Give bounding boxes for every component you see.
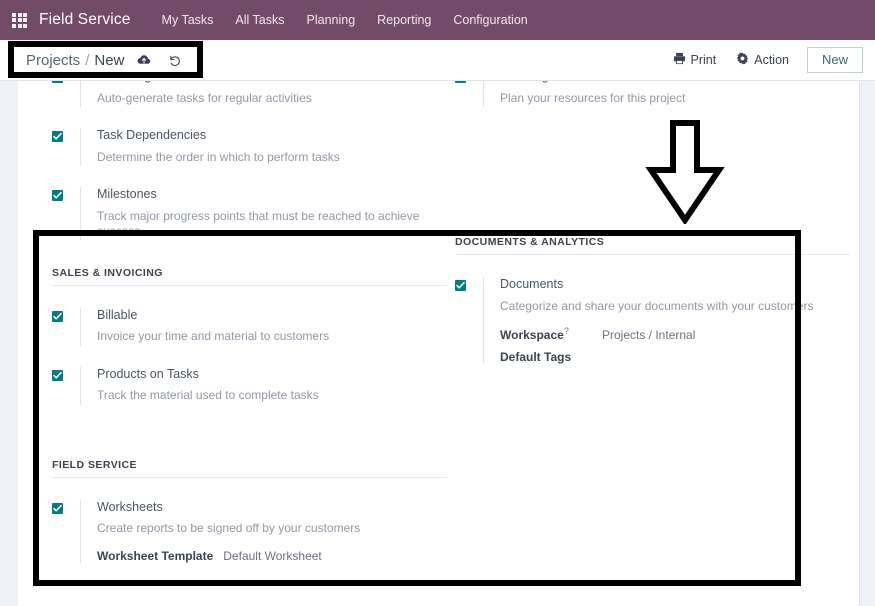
nav-item-reporting[interactable]: Reporting <box>366 13 442 27</box>
checkbox-planning[interactable] <box>455 81 466 83</box>
setting-description: Determine the order in which to perform … <box>97 149 340 164</box>
settings-column-left: Recurring Tasks Auto-generate tasks for … <box>52 81 447 584</box>
setting-body: Task Dependencies Determine the order in… <box>80 128 447 166</box>
setting-label: Planning <box>500 81 850 85</box>
setting-label: Products on Tasks <box>97 366 199 381</box>
action-button[interactable]: Action <box>726 48 799 72</box>
setting-recurring-tasks: Recurring Tasks Auto-generate tasks for … <box>52 81 447 107</box>
action-label: Action <box>754 52 789 67</box>
setting-description: Track the material used to complete task… <box>97 388 319 403</box>
app-root: Field Service My Tasks All Tasks Plannin… <box>0 0 875 606</box>
checkbox-documents[interactable] <box>455 280 466 291</box>
app-brand-title[interactable]: Field Service <box>39 11 131 29</box>
setting-label: Documents <box>500 277 564 291</box>
settings-column-right: Planning Plan your resources for this pr… <box>455 81 850 385</box>
checkbox-recurring-tasks[interactable] <box>52 81 63 83</box>
gear-icon <box>736 52 749 68</box>
setting-documents: Documents Categorize and share your docu… <box>455 277 850 365</box>
setting-label: Recurring Tasks <box>97 81 447 85</box>
field-label: Default Tags <box>500 350 572 365</box>
checkbox-products-on-tasks[interactable] <box>52 369 63 381</box>
field-default-tags: Default Tags <box>500 350 850 364</box>
setting-body: Milestones Track major progress points t… <box>80 187 447 240</box>
print-button[interactable]: Print <box>663 48 727 72</box>
setting-worksheets: Worksheets Create reports to be signed o… <box>52 499 447 564</box>
setting-body: Products on Tasks Track the material use… <box>80 366 447 405</box>
top-navbar: Field Service My Tasks All Tasks Plannin… <box>0 0 875 40</box>
setting-label: Task Dependencies <box>97 128 207 142</box>
setting-label: Billable <box>97 307 138 322</box>
printer-icon <box>673 52 686 68</box>
section-title-field-service: Field Service <box>52 459 447 478</box>
field-value[interactable]: Default Worksheet <box>223 549 322 563</box>
setting-planning: Planning Plan your resources for this pr… <box>455 81 850 107</box>
section-title-documents-analytics: Documents & Analytics <box>455 236 850 255</box>
setting-description: Plan your resources for this project <box>500 90 686 105</box>
breadcrumb-separator: / <box>85 51 90 69</box>
new-button[interactable]: New <box>806 46 863 74</box>
setting-description: Auto-generate tasks for regular activiti… <box>97 90 312 105</box>
field-workspace: Workspace? Projects / Internal <box>500 326 850 342</box>
field-label: Worksheet Template <box>97 549 214 564</box>
setting-body: Recurring Tasks Auto-generate tasks for … <box>80 81 447 107</box>
setting-products-on-tasks: Products on Tasks Track the material use… <box>52 366 447 405</box>
apps-grid-icon[interactable] <box>12 12 27 28</box>
rotate-left-discard-icon[interactable] <box>168 54 182 67</box>
page-body: Recurring Tasks Auto-generate tasks for … <box>0 81 875 606</box>
setting-body: Billable Invoice your time and material … <box>80 307 447 346</box>
cloud-upload-icon[interactable] <box>137 54 151 66</box>
nav-item-configuration[interactable]: Configuration <box>442 13 538 27</box>
setting-milestones: Milestones Track major progress points t… <box>52 187 447 240</box>
nav-item-all-tasks[interactable]: All Tasks <box>224 13 295 27</box>
checkbox-milestones[interactable] <box>52 190 63 201</box>
setting-description: Track major progress points that must be… <box>97 208 420 239</box>
setting-task-dependencies: Task Dependencies Determine the order in… <box>52 128 447 166</box>
setting-body: Documents Categorize and share your docu… <box>483 277 850 365</box>
checkbox-billable[interactable] <box>52 310 63 322</box>
setting-description: Categorize and share your documents with… <box>500 298 814 313</box>
breadcrumb: Projects / New <box>0 52 182 69</box>
field-value[interactable]: Projects / Internal <box>602 328 695 342</box>
setting-billable: Billable Invoice your time and material … <box>52 307 447 346</box>
field-worksheet-template: Worksheet Template Default Worksheet <box>97 549 447 563</box>
help-icon[interactable]: ? <box>564 326 569 336</box>
setting-label: Worksheets <box>97 499 163 514</box>
setting-body: Planning Plan your resources for this pr… <box>483 81 850 107</box>
setting-description: Invoice your time and material to custom… <box>97 329 330 344</box>
print-label: Print <box>690 52 717 67</box>
control-panel: Projects / New Print Action New <box>0 40 875 81</box>
setting-label: Milestones <box>97 187 157 201</box>
nav-item-my-tasks[interactable]: My Tasks <box>151 13 225 27</box>
control-panel-actions: Print Action New <box>663 46 875 74</box>
section-title-sales-invoicing: Sales & Invoicing <box>52 267 447 286</box>
nav-item-planning[interactable]: Planning <box>296 13 367 27</box>
setting-body: Worksheets Create reports to be signed o… <box>80 499 447 564</box>
breadcrumb-current: New <box>94 51 125 69</box>
settings-sheet: Recurring Tasks Auto-generate tasks for … <box>18 81 859 606</box>
checkbox-worksheets[interactable] <box>52 502 63 514</box>
breadcrumb-parent[interactable]: Projects <box>26 52 80 69</box>
setting-description: Create reports to be signed off by your … <box>97 521 361 536</box>
checkbox-task-dependencies[interactable] <box>52 131 63 142</box>
field-label: Workspace? <box>500 326 569 343</box>
scrollbar-rail[interactable] <box>859 81 875 606</box>
